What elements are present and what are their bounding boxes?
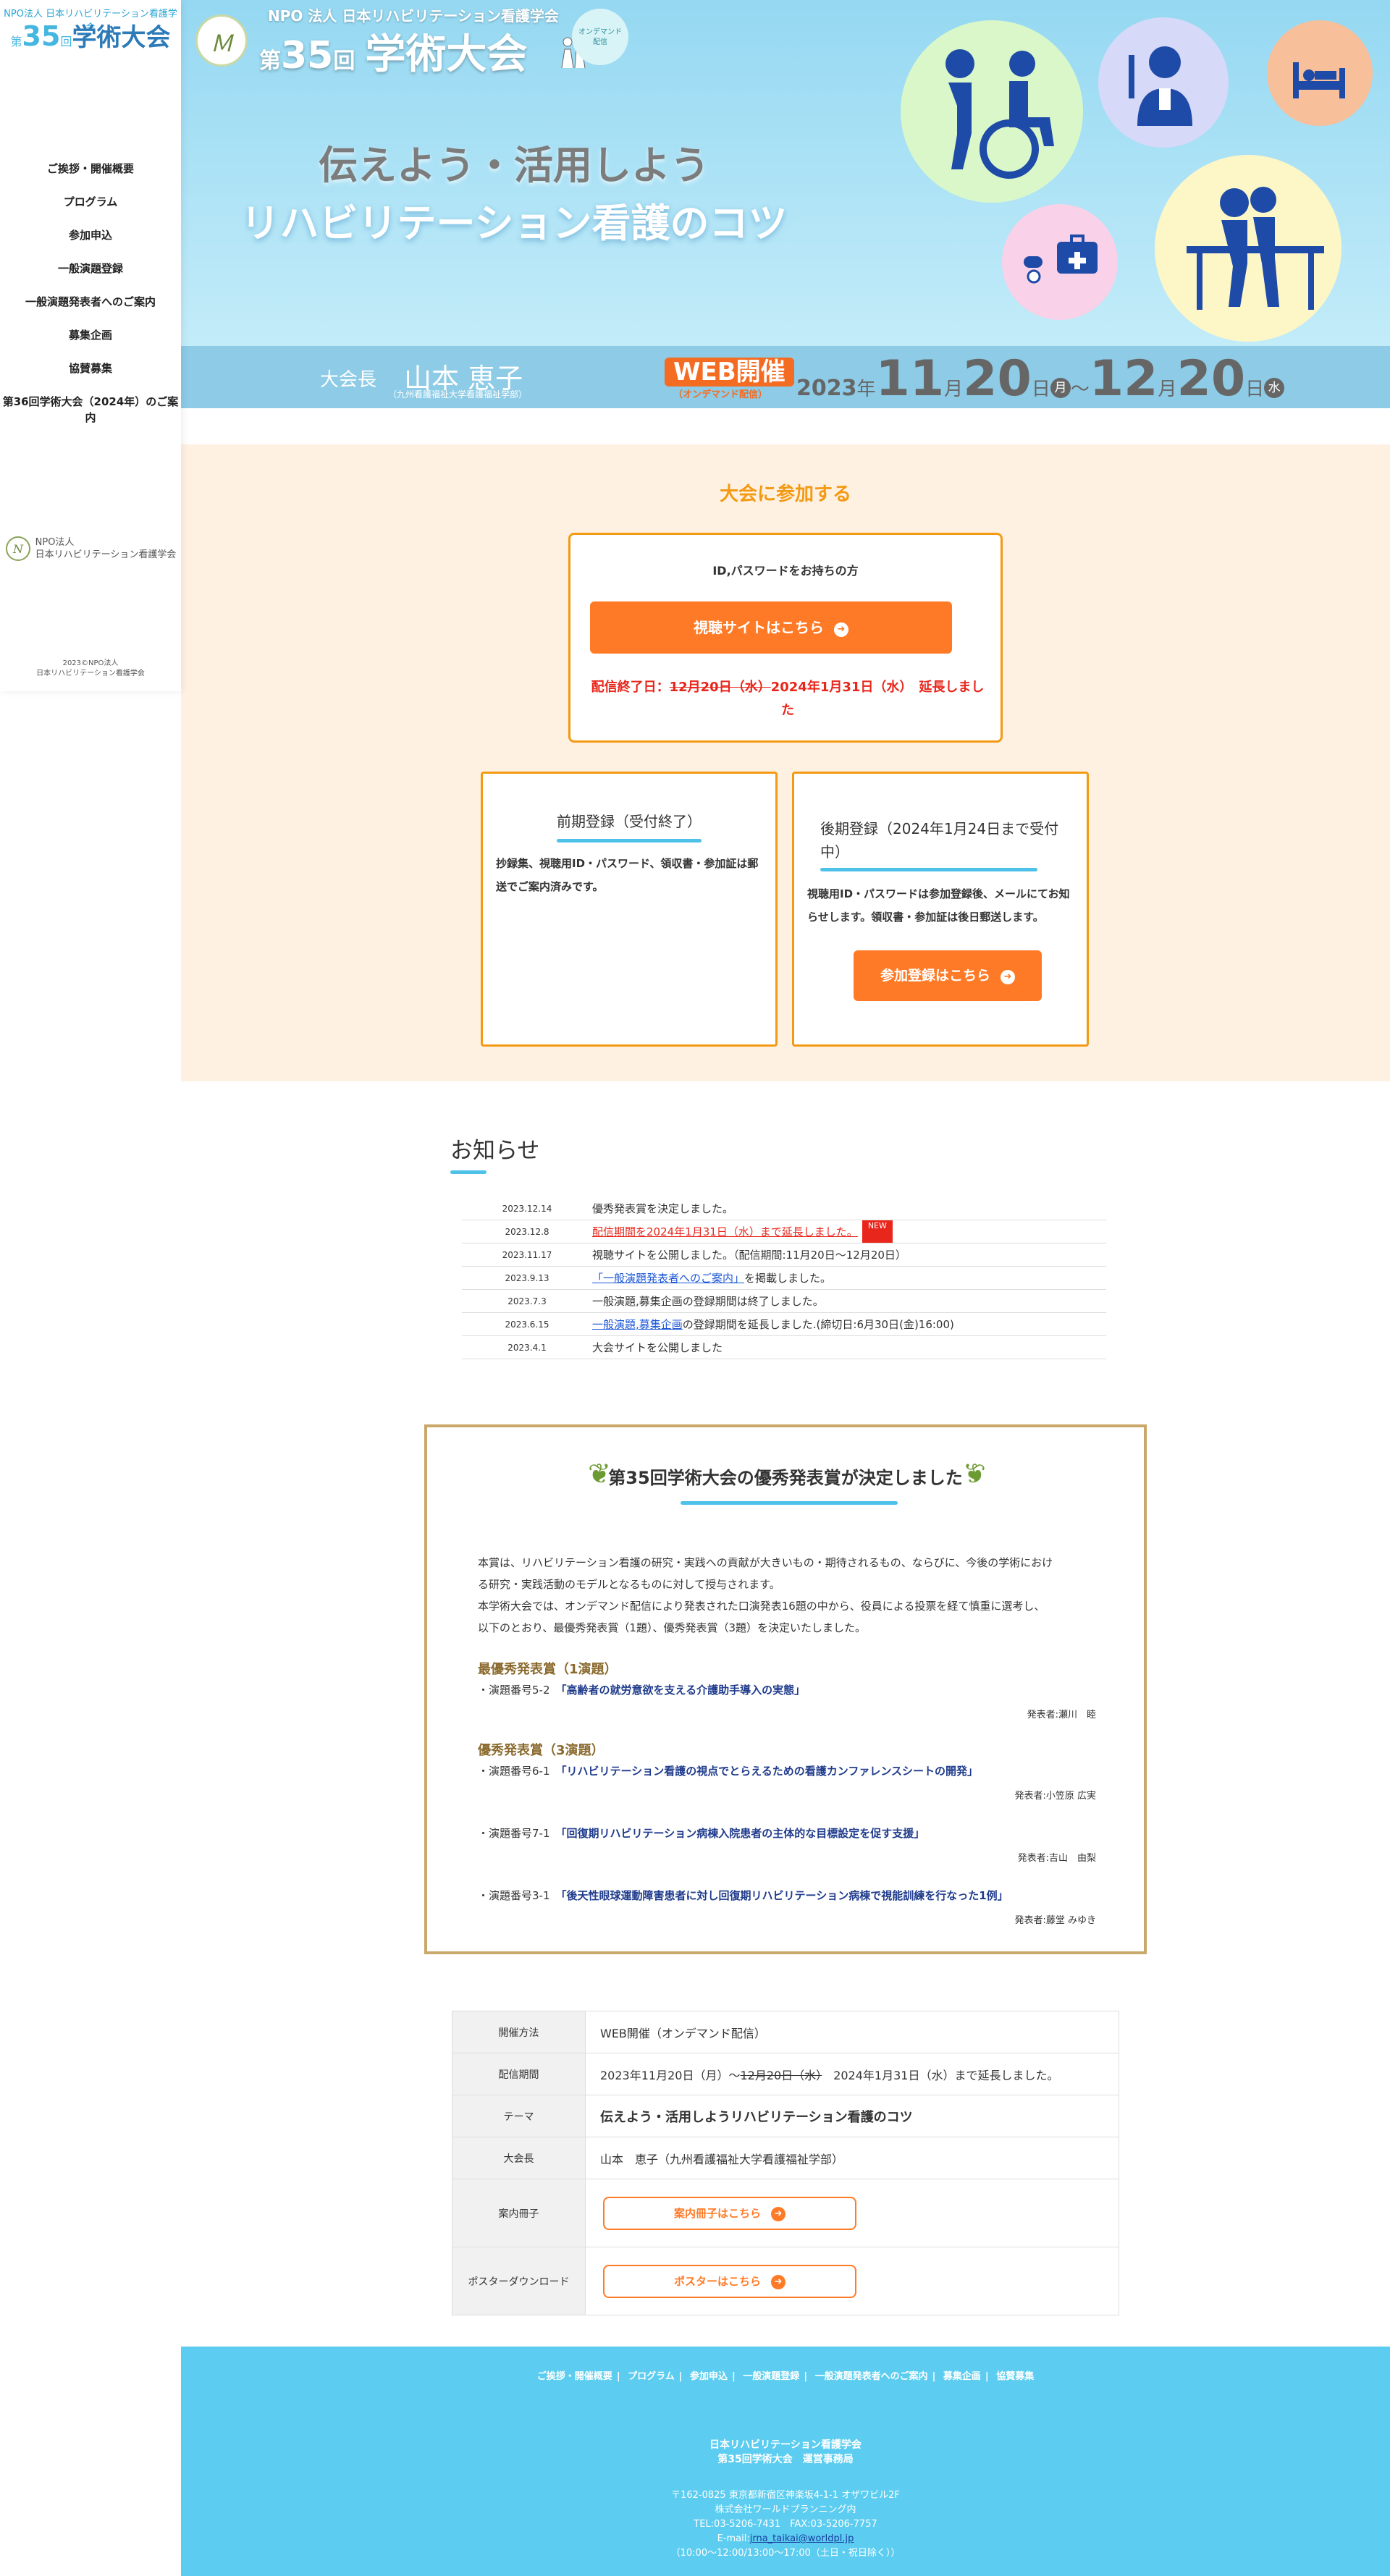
footer-link-sponsor[interactable]: 協賛募集 (996, 2371, 1034, 2382)
new-badge: NEW (862, 1220, 893, 1243)
footer-link-recruit[interactable]: 募集企画 (943, 2371, 981, 2382)
event-info-table: 開催方法 WEB開催（オンデマンド配信） 配信期間 2023年11月20日（月）〜1… (452, 2011, 1119, 2315)
news-item[interactable]: 2023.12.8 配信期間を2024年1月31日（水）まで延長しました。 NEW (462, 1220, 1106, 1243)
sidebar-logo[interactable]: 第35回学術大会 (0, 17, 181, 53)
web-badge-sub: （オンデマンド配信） (673, 389, 768, 400)
hero-slogan-2: リハビリテーション看護のコツ (240, 200, 788, 246)
news-item: 2023.9.13 「一般演題発表者へのご案内」 を掲載しました。 (462, 1267, 1106, 1290)
news-item: 2023.12.14 優秀発表賞を決定しました。 (462, 1197, 1106, 1220)
wheelchair-icon (901, 20, 1083, 203)
viewing-site-button[interactable]: 視聴サイトはこちら ➜ (590, 601, 952, 654)
sidebar-item-apply[interactable]: 参加申込 (0, 224, 181, 258)
award-title: 第35回学術大会の優秀発表賞が決定しました (608, 1468, 963, 1488)
medicine-kit-icon (1002, 204, 1118, 320)
hero-banner: Ｍ NPO 法人 日本リハビリテーション看護学会 第35回 学術大会 オンデマンド… (181, 0, 1390, 346)
footer-link-program[interactable]: プログラム (628, 2371, 675, 2382)
footer-address: 〒162-0825 東京都新宿区神楽坂4-1-1 オザワビル2F 株式会社ワール… (670, 2490, 901, 2559)
participate-section: 大会に参加する ID,パスワードをお持ちの方 視聴サイトはこちら ➜ 配信終了日：… (181, 444, 1390, 1081)
sidebar-item-program[interactable]: プログラム (0, 191, 181, 224)
early-registration-box: 前期登録（受付終了） 抄録集、視聴用ID・パスワード、領収書・参加証は郵送でご案… (481, 772, 778, 1047)
sidebar-item-next-meeting[interactable]: 第36回学術大会（2024年）のご案内 (0, 391, 181, 437)
nurse-icon (1098, 17, 1229, 148)
ondemand-badge: オンデマンド 配信 (572, 9, 628, 65)
news-link[interactable]: 「一般演題発表者へのご案内」 (592, 1267, 744, 1289)
sidebar-item-greeting[interactable]: ご挨拶・開催概要 (0, 158, 181, 191)
footer-email-link[interactable]: jrna_taikai@worldpl.jp (750, 2533, 854, 2544)
sidebar-item-abstract[interactable]: 一般演題登録 (0, 258, 181, 291)
president-affiliation: （九州看護福祉大学看護福祉学部） (388, 389, 528, 400)
footer: ご挨拶・開催概要 | プログラム | 参加申込 | 一般演題登録 | 一般演題発表者への… (181, 2347, 1390, 2576)
sidebar-item-sponsor[interactable]: 協賛募集 (0, 358, 181, 391)
laurel-right-icon: ❦ (963, 1458, 986, 1490)
footer-link-presenter-guide[interactable]: 一般演題発表者へのご案内 (815, 2371, 928, 2382)
award-author: 発表者:吉山 由梨 (1017, 1853, 1096, 1864)
award-announcement: ❦ 第35回学術大会の優秀発表賞が決定しました ❦ 本賞は、リハビリテーション看… (424, 1424, 1147, 1954)
arrow-right-icon: ➜ (771, 2274, 785, 2289)
arrow-right-icon: ➜ (834, 622, 848, 637)
news-link[interactable]: 一般演題,募集企画 (592, 1313, 683, 1335)
news-link[interactable]: 配信期間を2024年1月31日（水）まで延長しました。 (592, 1220, 858, 1243)
news-item: 2023.11.17 視聴サイトを公開しました。（配信期間:11月20日〜12月2… (462, 1243, 1106, 1267)
award-category-best: 最優秀発表賞（1演題） (478, 1662, 618, 1677)
award-intro: 本賞は、リハビリテーション看護の研究・実践への貢献が大きいもの・期待されるもの、… (478, 1556, 1053, 1634)
award-item: ・演題番号6-1 「リハビリテーション看護の視点でとらえるための看護カンファレンス… (478, 1765, 979, 1778)
table-row: テーマ 伝えよう・活用しようリハビリテーション看護のコツ (452, 2095, 1119, 2137)
rehabilitation-icon (1155, 155, 1341, 342)
award-item: ・演題番号3-1 「後天性眼球運動障害患者に対し回復期リハビリテーション病棟で視能… (478, 1889, 1008, 1902)
participate-title: 大会に参加する (719, 483, 851, 505)
sidebar-nav: ご挨拶・開催概要 プログラム 参加申込 一般演題登録 一般演題発表者へのご案内 … (0, 158, 181, 437)
org-emblem-icon: N (5, 536, 30, 561)
event-dates: 2023年11月20日月〜12月20日水 (796, 350, 1285, 407)
late-registration-box: 後期登録（2024年1月24日まで受付中） 視聴用ID・パスワードは参加登録後、… (792, 772, 1089, 1047)
news-item: 2023.6.15 一般演題,募集企画 の登録期間を延長しました.(締切日:6月30… (462, 1313, 1106, 1336)
table-row: 開催方法 WEB開催（オンデマンド配信） (452, 2011, 1119, 2053)
hero-slogan-1: 伝えよう・活用しよう (319, 143, 709, 188)
footer-org: 日本リハビリテーション看護学会 第35回学術大会 運営事務局 (709, 2439, 862, 2465)
sidebar-item-presenter-guide[interactable]: 一般演題発表者へのご案内 (0, 291, 181, 324)
news-item: 2023.4.1 大会サイトを公開しました (462, 1336, 1106, 1359)
award-item: ・演題番号7-1 「回復期リハビリテーション病棟入院患者の主体的な目標設定を促す支… (478, 1827, 925, 1840)
sidebar-org-logo[interactable]: N NPO法人 日本リハビリテーション看護学会 (0, 536, 181, 562)
register-button[interactable]: 参加登録はこちら ➜ (854, 950, 1042, 1001)
info-band: 大会長 山本 恵子 （九州看護福祉大学看護福祉学部） WEB開催 （オンデマンド… (181, 346, 1390, 408)
brochure-button[interactable]: 案内冊子はこちら ➜ (603, 2196, 856, 2230)
news-item: 2023.7.3 一般演題,募集企画の登録期間は終了しました。 (462, 1290, 1106, 1313)
table-row: 配信期間 2023年11月20日（月）〜12月20日（水） 2024年1月31日（… (452, 2053, 1119, 2095)
footer-link-abstract[interactable]: 一般演題登録 (743, 2371, 799, 2382)
hero-title: 第35回 学術大会 (259, 31, 528, 78)
hospital-bed-icon (1267, 20, 1373, 126)
award-category-excellent: 優秀発表賞（3演題） (478, 1743, 605, 1758)
login-label: ID,パスワードをお持ちの方 (712, 564, 859, 578)
arrow-right-icon: ➜ (1001, 970, 1015, 984)
news-section: お知らせ 2023.12.14 優秀発表賞を決定しました。 2023.12.8 配信… (450, 1132, 1116, 1359)
hero-logo-emblem: Ｍ (195, 14, 248, 67)
early-registration-text: 抄録集、視聴用ID・パスワード、領収書・参加証は郵送でご案内済みです。 (496, 857, 759, 893)
late-registration-text: 視聴用ID・パスワードは参加登録後、メールにてお知らせします。領収書・参加証は後… (807, 887, 1070, 924)
svg-text:N: N (12, 542, 24, 556)
sidebar: NPO法人 日本リハビリテーション看護学会 第35回学術大会 ご挨拶・開催概要 … (0, 0, 181, 691)
table-row: 大会長 山本 恵子（九州看護福祉大学看護福祉学部） (452, 2137, 1119, 2179)
distribution-end-notice: 配信終了日：12月20日（水）2024年1月31日（水） 延長しました (591, 680, 985, 718)
award-item: ・演題番号5-2 「高齢者の就労意欲を支える介護助手導入の実態」 (478, 1684, 806, 1697)
president-label: 大会長 (320, 369, 377, 391)
web-badge: WEB開催 (665, 358, 794, 387)
award-author: 発表者:藤堂 みゆき (1014, 1915, 1096, 1926)
sidebar-copyright: 2023©NPO法人 日本リハビリテーション看護学会 (36, 659, 145, 677)
sidebar-item-recruit[interactable]: 募集企画 (0, 324, 181, 358)
poster-button[interactable]: ポスターはこちら ➜ (603, 2264, 856, 2298)
footer-link-greeting[interactable]: ご挨拶・開催概要 (537, 2371, 612, 2382)
late-registration-title: 後期登録（2024年1月24日まで受付中） (820, 820, 1059, 861)
award-author: 発表者:小笠原 広実 (1014, 1791, 1096, 1802)
table-row: 案内冊子 案内冊子はこちら ➜ (452, 2179, 1119, 2247)
footer-link-apply[interactable]: 参加申込 (690, 2371, 728, 2382)
news-title: お知らせ (450, 1138, 540, 1164)
footer-nav: ご挨拶・開催概要 | プログラム | 参加申込 | 一般演題登録 | 一般演題発表者への… (536, 2371, 1035, 2382)
arrow-right-icon: ➜ (771, 2206, 785, 2221)
viewer-login-box: ID,パスワードをお持ちの方 視聴サイトはこちら ➜ 配信終了日：12月20日（水… (568, 533, 1003, 743)
early-registration-title: 前期登録（受付終了） (557, 813, 702, 830)
award-author: 発表者:瀬川 睦 (1027, 1710, 1096, 1720)
table-row: ポスターダウンロード ポスターはこちら ➜ (452, 2247, 1119, 2315)
news-list: 2023.12.14 優秀発表賞を決定しました。 2023.12.8 配信期間を20… (462, 1197, 1106, 1359)
